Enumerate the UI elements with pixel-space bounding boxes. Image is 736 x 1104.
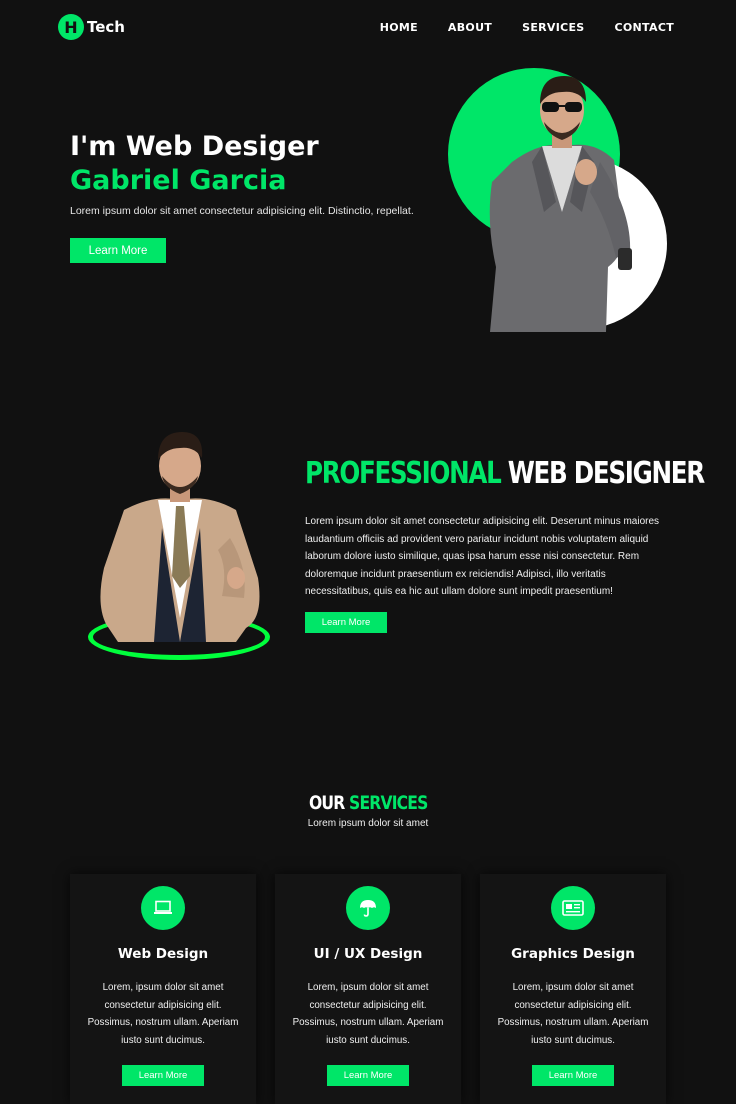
service-card-web-design: Web Design Lorem, ipsum dolor sit amet c… bbox=[70, 874, 256, 1104]
hero-name: Gabriel Garcia bbox=[70, 165, 287, 196]
about-description: Lorem ipsum dolor sit amet consectetur a… bbox=[305, 516, 660, 598]
services-title: OUR SERVICES bbox=[0, 792, 736, 814]
nav-about[interactable]: ABOUT bbox=[448, 21, 492, 34]
umbrella-icon bbox=[346, 886, 390, 930]
services-subtitle: Lorem ipsum dolor sit amet bbox=[307, 818, 429, 829]
hero-description: Lorem ipsum dolor sit amet consectetur a… bbox=[70, 205, 414, 217]
about-title-white: WEB DESIGNER bbox=[507, 456, 705, 491]
about-title-green: PROFESSIONAL bbox=[305, 456, 502, 491]
services-title-green: SERVICES bbox=[348, 792, 428, 814]
card-description: Lorem, ipsum dolor sit amet consectetur … bbox=[87, 982, 239, 1046]
card-description: Lorem, ipsum dolor sit amet consectetur … bbox=[497, 982, 649, 1046]
about-title: PROFESSIONAL WEB DESIGNER bbox=[305, 456, 705, 491]
card-title: UI / UX Design bbox=[313, 946, 423, 962]
nav-menu: HOME ABOUT SERVICES CONTACT bbox=[380, 21, 674, 34]
services-title-white: OUR bbox=[308, 792, 345, 814]
logo-text: Tech bbox=[87, 18, 125, 36]
laptop-icon bbox=[141, 886, 185, 930]
hero-title: I'm Web Desiger bbox=[70, 131, 319, 162]
card-learn-more-button[interactable]: Learn More bbox=[122, 1065, 204, 1086]
service-card-ui-ux-design: UI / UX Design Lorem, ipsum dolor sit am… bbox=[275, 874, 461, 1104]
about-learn-more-button[interactable]: Learn More bbox=[305, 612, 387, 633]
hero-learn-more-button[interactable]: Learn More bbox=[70, 238, 166, 263]
card-title: Graphics Design bbox=[511, 946, 635, 962]
card-learn-more-button[interactable]: Learn More bbox=[327, 1065, 409, 1086]
nav-home[interactable]: HOME bbox=[380, 21, 418, 34]
logo-mark: H bbox=[58, 14, 84, 40]
card-learn-more-button[interactable]: Learn More bbox=[532, 1065, 614, 1086]
card-title: Web Design bbox=[117, 946, 209, 962]
service-card-graphics-design: Graphics Design Lorem, ipsum dolor sit a… bbox=[480, 874, 666, 1104]
nav-contact[interactable]: CONTACT bbox=[615, 21, 674, 34]
about-person-image bbox=[100, 432, 260, 642]
newspaper-icon bbox=[551, 886, 595, 930]
nav-services[interactable]: SERVICES bbox=[522, 21, 584, 34]
hero-person-image bbox=[489, 76, 632, 332]
navbar: H Tech HOME ABOUT SERVICES CONTACT bbox=[0, 0, 736, 56]
logo[interactable]: H Tech bbox=[58, 14, 125, 40]
card-description: Lorem, ipsum dolor sit amet consectetur … bbox=[292, 982, 444, 1046]
